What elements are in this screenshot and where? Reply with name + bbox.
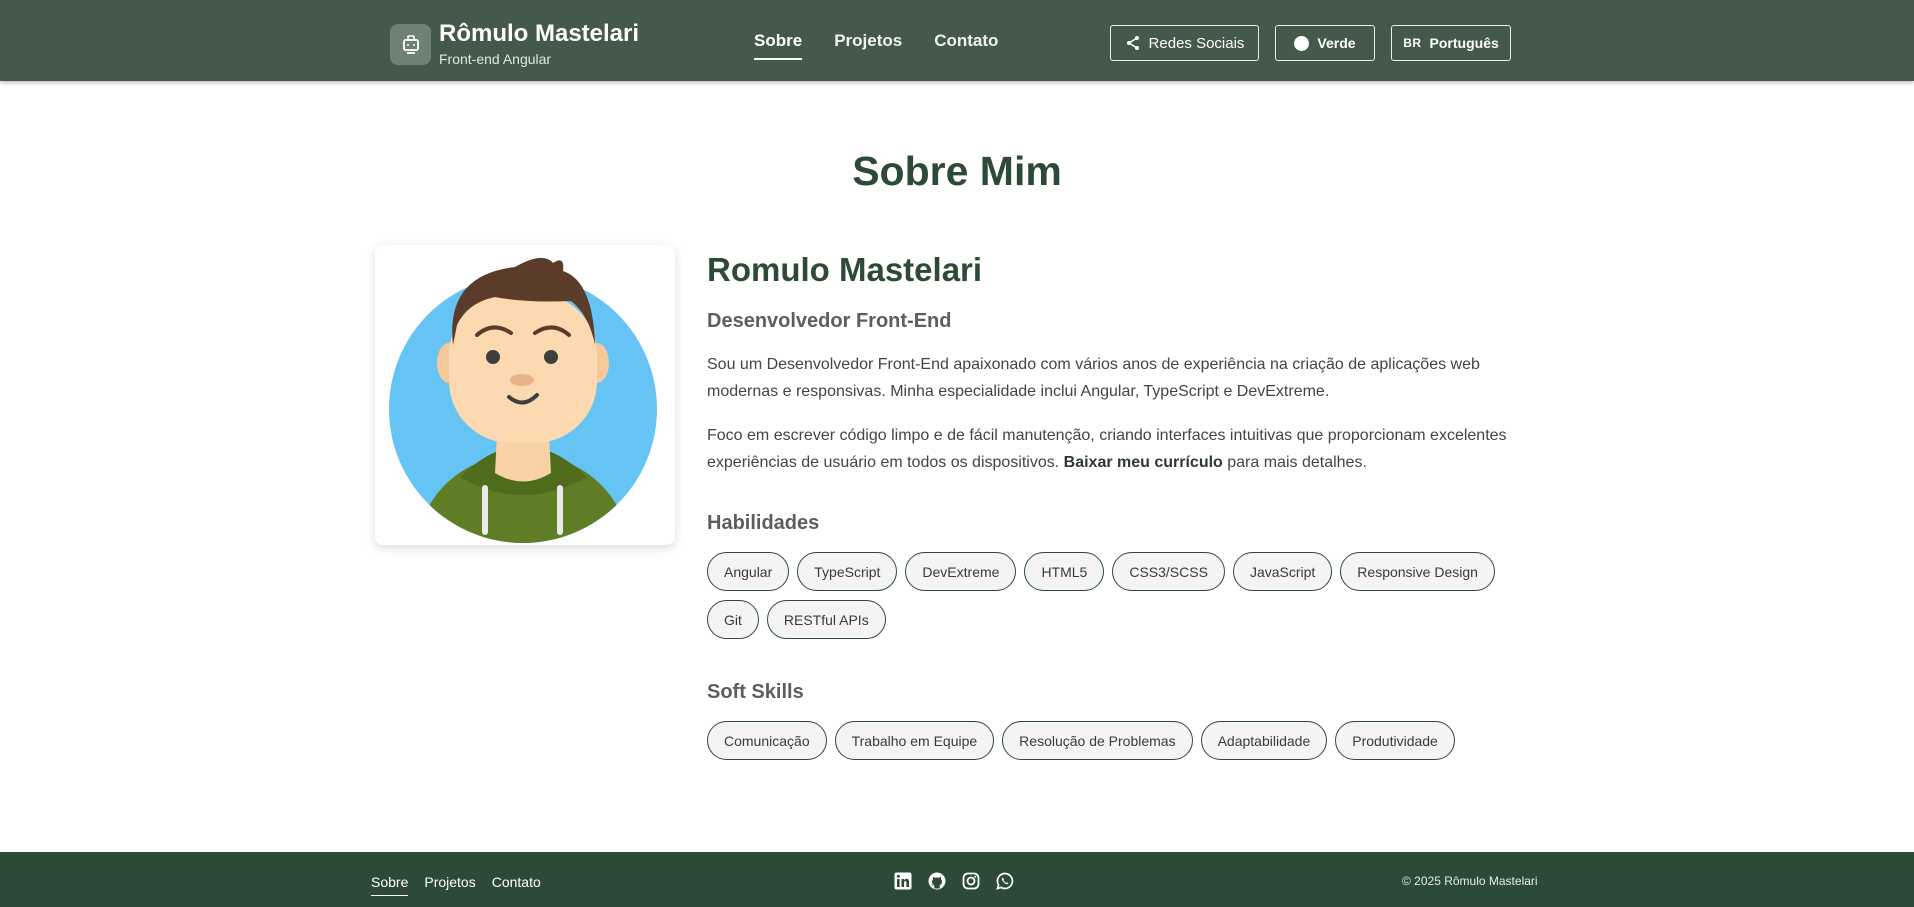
copyright-text: © 2025 Rômulo Mastelari	[1402, 874, 1538, 888]
footer-nav: Sobre Projetos Contato	[371, 874, 557, 896]
footer-link-sobre[interactable]: Sobre	[371, 874, 409, 896]
soft-skill-chip[interactable]: Produtividade	[1335, 721, 1455, 760]
nav-link-projetos[interactable]: Projetos	[834, 31, 902, 61]
social-networks-label: Redes Sociais	[1148, 34, 1245, 52]
skills-title: Habilidades	[707, 512, 820, 534]
soft-skill-chip[interactable]: Adaptabilidade	[1200, 721, 1328, 760]
social-networks-button[interactable]: Redes Sociais	[1110, 25, 1259, 61]
github-icon[interactable]	[928, 872, 946, 890]
instagram-icon[interactable]	[962, 872, 980, 890]
skill-chip[interactable]: Git	[707, 600, 759, 639]
top-header: Rômulo Mastelari Front-end Angular Sobre…	[0, 0, 1914, 81]
skill-chip[interactable]: DevExtreme	[905, 552, 1017, 591]
soft-skills-title: Soft Skills	[707, 681, 804, 703]
profile-name: Romulo Mastelari	[707, 251, 983, 288]
circle-icon	[1294, 35, 1310, 51]
soft-skill-chip[interactable]: Trabalho em Equipe	[834, 721, 995, 760]
about-paragraph-1: Sou um Desenvolvedor Front-End apaixonad…	[707, 356, 1480, 400]
footer-social-icons	[894, 872, 1030, 890]
skill-chip[interactable]: HTML5	[1024, 552, 1105, 591]
linkedin-icon[interactable]	[894, 872, 912, 890]
brand-name: Rômulo Mastelari	[439, 20, 640, 47]
share-icon	[1125, 35, 1141, 51]
language-button[interactable]: BR Português	[1391, 25, 1511, 61]
theme-label: Verde	[1317, 35, 1356, 51]
nav-link-sobre[interactable]: Sobre	[754, 31, 803, 61]
soft-skill-chip[interactable]: Comunicação	[707, 721, 827, 760]
whatsapp-icon[interactable]	[996, 872, 1014, 890]
footer-link-projetos[interactable]: Projetos	[424, 874, 475, 896]
brand[interactable]: Rômulo Mastelari Front-end Angular	[390, 21, 639, 68]
avatar	[389, 257, 657, 543]
skill-chip[interactable]: Responsive Design	[1340, 552, 1495, 591]
about-section: Romulo Mastelari Desenvolvedor Front-End…	[707, 248, 1517, 769]
brand-subtitle: Front-end Angular	[439, 51, 552, 67]
skill-chip[interactable]: Angular	[707, 552, 790, 591]
footer-link-contato[interactable]: Contato	[492, 874, 541, 896]
theme-button[interactable]: Verde	[1275, 25, 1375, 61]
resume-download-link[interactable]: Baixar meu currículo	[1064, 454, 1223, 471]
skill-chip[interactable]: JavaScript	[1232, 552, 1333, 591]
soft-skills-list: Comunicação Trabalho em Equipe Resolução d…	[707, 721, 1517, 769]
computer-icon	[390, 24, 431, 65]
about-paragraph-2: Foco em escrever código limpo e de fácil…	[707, 427, 1507, 471]
section-title: Sobre Mim	[852, 148, 1062, 194]
skill-chip[interactable]: RESTful APIs	[766, 600, 886, 639]
avatar-card	[375, 245, 675, 545]
soft-skill-chip[interactable]: Resolução de Problemas	[1002, 721, 1193, 760]
main-nav: Sobre Projetos Contato	[754, 31, 1030, 61]
skills-list: Angular TypeScript DevExtreme HTML5 CSS3/SCS…	[707, 552, 1517, 648]
skill-chip[interactable]: TypeScript	[797, 552, 898, 591]
skill-chip[interactable]: CSS3/SCSS	[1112, 552, 1225, 591]
profile-role: Desenvolvedor Front-End	[707, 310, 952, 332]
language-label: Português	[1429, 35, 1499, 51]
flag-icon: BR	[1403, 36, 1422, 50]
nav-link-contato[interactable]: Contato	[934, 31, 998, 61]
